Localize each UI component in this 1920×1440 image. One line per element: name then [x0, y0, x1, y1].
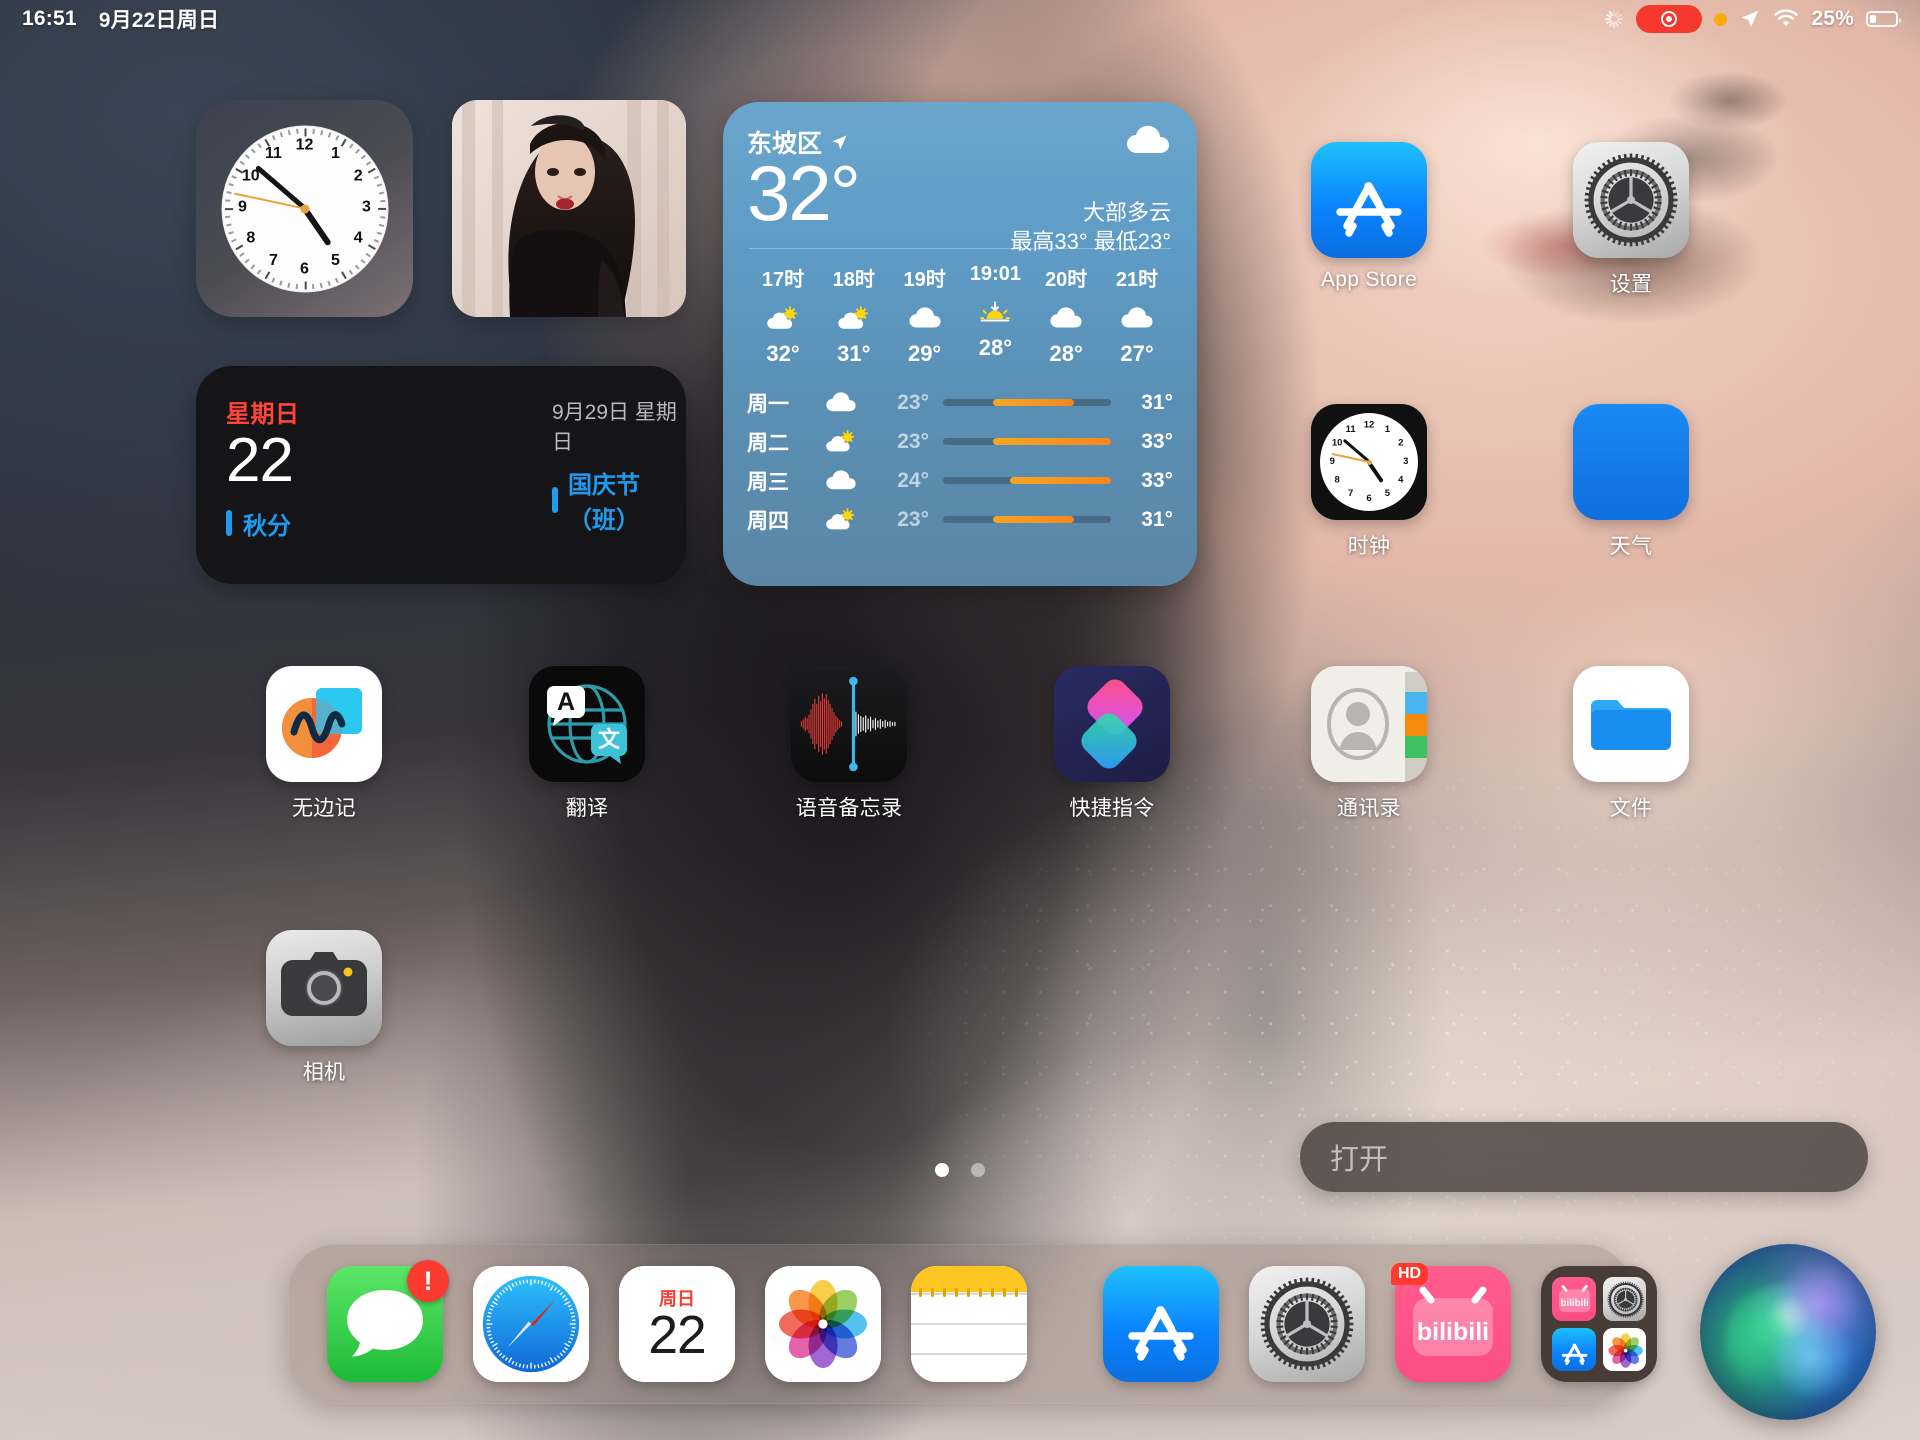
app-icon-camera[interactable]: 相机 [248, 930, 400, 1086]
folder-mini-settings-gear-icon [1602, 1277, 1646, 1321]
clock-app-numeral: 9 [1329, 456, 1335, 467]
siri-text-input[interactable]: 打开 [1300, 1122, 1868, 1192]
dock-icon-bilibili[interactable]: bilibili HD [1391, 1263, 1511, 1382]
status-bar-right: 25% [1604, 5, 1901, 33]
photos-icon [765, 1266, 881, 1382]
safari-compass-icon [473, 1266, 589, 1382]
dock-icon-recents-folder[interactable]: bilibili [1541, 1266, 1657, 1382]
svg-text:bilibili: bilibili [1417, 1318, 1489, 1346]
dock-icon-messages[interactable]: ! [327, 1260, 449, 1382]
app-label-voice-memos: 语音备忘录 [795, 797, 903, 820]
status-bar-date: 9月22日周日 [98, 9, 220, 32]
app-label-camera: 相机 [302, 1061, 346, 1084]
dock-icon-calendar[interactable]: 周日 22 [619, 1266, 735, 1382]
wifi-icon [1773, 9, 1799, 29]
notification-badge: ! [407, 1260, 449, 1302]
camera-icon[interactable] [266, 930, 382, 1046]
folder-mini-bilibili-icon: bilibili [1552, 1277, 1596, 1321]
record-ring-icon [1661, 11, 1678, 27]
folder-mini-app-store-icon [1552, 1327, 1596, 1371]
clock-app-numeral: 3 [1403, 456, 1409, 467]
status-bar-time: 16:51 [22, 7, 77, 30]
app-label-translate: 翻译 [565, 797, 609, 820]
dock-icon-photos[interactable] [765, 1266, 881, 1382]
location-arrow-icon [1739, 8, 1761, 30]
dock-icon-safari[interactable] [473, 1266, 589, 1382]
translate-icon[interactable]: A文 [529, 666, 645, 782]
app-label-app-store: App Store [1320, 268, 1418, 291]
dock-icon-settings-recent[interactable] [1249, 1266, 1365, 1382]
app-icon-contacts[interactable]: 通讯录 [1293, 666, 1445, 822]
app-icon-freeform[interactable]: 无边记 [248, 666, 400, 822]
notes-icon [911, 1266, 1027, 1382]
status-bar: 16:51 9月22日周日 25% [0, 0, 1920, 38]
app-icon-translate[interactable]: A 文翻译 [511, 666, 663, 822]
page-dot-2[interactable] [971, 1163, 985, 1177]
activity-spinner-icon [1604, 9, 1624, 29]
svg-text:A: A [557, 688, 575, 716]
app-store-icon[interactable] [1311, 142, 1427, 258]
app-label-weather: 天气 [1609, 535, 1653, 558]
siri-orb-blade-blue [1773, 1317, 1855, 1403]
microphone-in-use-dot-icon [1714, 12, 1728, 26]
clock-app-numeral: 5 [1384, 487, 1391, 499]
calendar-icon-day: 22 [648, 1305, 706, 1365]
freeform-icon[interactable] [266, 666, 382, 782]
dock-icon-app-store-recent[interactable] [1103, 1266, 1219, 1382]
svg-text:文: 文 [598, 727, 621, 752]
clock-app-numeral: 10 [1331, 437, 1343, 449]
clock-app-numeral: 1 [1384, 424, 1391, 436]
clock-app-icon[interactable]: 12 1 2 3 4 5 6 7 8 9 10 11 [1311, 404, 1427, 520]
dock-icon-notes[interactable] [911, 1266, 1027, 1382]
dock-primary-group: ! 周日 22 [289, 1260, 1065, 1382]
app-label-freeform: 无边记 [292, 797, 356, 820]
hd-badge-icon: HD [1391, 1263, 1429, 1285]
clock-app-numeral: 6 [1366, 492, 1372, 504]
contacts-icon[interactable] [1311, 666, 1427, 782]
app-icon-voice-memos[interactable]: 语音备忘录 [773, 666, 925, 822]
screen-recording-pill-icon[interactable] [1636, 5, 1703, 33]
app-icon-files[interactable]: 文件 [1555, 666, 1707, 822]
clock-app-numeral: 11 [1345, 424, 1356, 436]
settings-gear-icon [1249, 1266, 1365, 1382]
app-label-clock: 时钟 [1347, 535, 1391, 558]
siri-orb[interactable] [1700, 1244, 1876, 1420]
settings-gear-icon[interactable] [1573, 142, 1689, 258]
dock: ! 周日 22 bilibili HD bilibili [288, 1244, 1657, 1404]
page-dot-1[interactable] [935, 1163, 949, 1177]
siri-input-placeholder: 打开 [1330, 1144, 1389, 1176]
voice-memos-icon[interactable] [791, 666, 907, 782]
clock-app-hub-icon [1366, 459, 1372, 465]
clock-app-numeral: 12 [1363, 419, 1375, 431]
app-grid: App Store 设置 12 1 2 3 4 5 6 7 8 9 10 11 时钟 天气 无边记 A 文翻译 语音备… [0, 0, 1920, 1440]
app-store-icon [1103, 1266, 1219, 1382]
weather-app-icon[interactable] [1573, 404, 1689, 520]
svg-text:bilibili: bilibili [1561, 1298, 1589, 1309]
clock-app-numeral: 7 [1347, 487, 1354, 499]
folder-mini-photos-icon [1602, 1327, 1646, 1371]
dock-recents-group: bilibili HD bilibili [1065, 1263, 1695, 1382]
battery-icon [1866, 11, 1901, 27]
app-icon-clock[interactable]: 12 1 2 3 4 5 6 7 8 9 10 11 时钟 [1293, 404, 1445, 560]
calendar-app-icon: 周日 22 [619, 1266, 735, 1382]
app-folder-icon: bilibili [1541, 1266, 1657, 1382]
app-icon-shortcuts[interactable]: 快捷指令 [1036, 666, 1188, 822]
battery-percent-label: 25% [1811, 7, 1854, 30]
app-label-contacts: 通讯录 [1337, 797, 1401, 820]
app-icon-app-store[interactable]: App Store [1293, 142, 1445, 292]
app-icon-settings[interactable]: 设置 [1555, 142, 1707, 298]
app-label-shortcuts: 快捷指令 [1069, 797, 1155, 820]
app-label-files: 文件 [1609, 797, 1653, 820]
app-label-settings: 设置 [1609, 273, 1653, 296]
clock-app-numeral: 2 [1398, 437, 1404, 449]
status-bar-left: 16:51 9月22日周日 [22, 4, 219, 34]
clock-app-numeral: 8 [1334, 474, 1340, 486]
files-folder-icon[interactable] [1573, 666, 1689, 782]
app-icon-weather[interactable]: 天气 [1555, 404, 1707, 560]
clock-app-numeral: 4 [1398, 474, 1404, 486]
shortcuts-icon[interactable] [1054, 666, 1170, 782]
